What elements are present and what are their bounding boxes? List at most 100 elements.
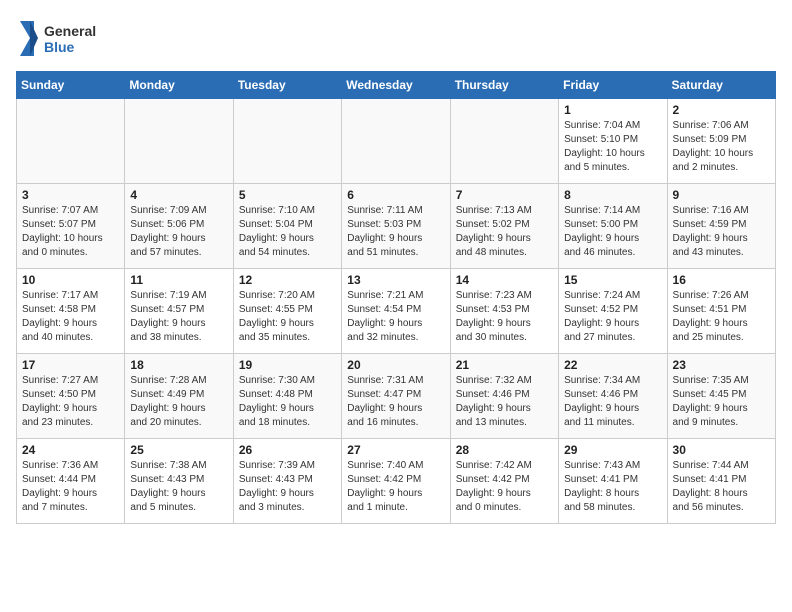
day-number: 23 [673, 358, 770, 372]
day-info: Sunrise: 7:34 AM Sunset: 4:46 PM Dayligh… [564, 374, 661, 430]
day-info: Sunrise: 7:44 AM Sunset: 4:41 PM Dayligh… [673, 459, 770, 515]
calendar-day-cell: 13 Sunrise: 7:21 AM Sunset: 4:54 PM Dayli… [342, 269, 450, 354]
day-info: Sunrise: 7:09 AM Sunset: 5:06 PM Dayligh… [130, 204, 227, 260]
day-number: 10 [22, 273, 119, 287]
day-info: Sunrise: 7:26 AM Sunset: 4:51 PM Dayligh… [673, 289, 770, 345]
day-number: 5 [239, 188, 336, 202]
calendar-day-cell: 23 Sunrise: 7:35 AM Sunset: 4:45 PM Dayli… [667, 354, 775, 439]
weekday-header-cell: Wednesday [342, 72, 450, 99]
day-info: Sunrise: 7:30 AM Sunset: 4:48 PM Dayligh… [239, 374, 336, 430]
calendar-week-row: 10 Sunrise: 7:17 AM Sunset: 4:58 PM Dayli… [17, 269, 776, 354]
day-number: 18 [130, 358, 227, 372]
day-number: 1 [564, 103, 661, 117]
day-info: Sunrise: 7:28 AM Sunset: 4:49 PM Dayligh… [130, 374, 227, 430]
calendar-week-row: 24 Sunrise: 7:36 AM Sunset: 4:44 PM Dayli… [17, 439, 776, 524]
day-number: 28 [456, 443, 553, 457]
calendar-day-cell: 6 Sunrise: 7:11 AM Sunset: 5:03 PM Daylig… [342, 184, 450, 269]
day-number: 15 [564, 273, 661, 287]
day-info: Sunrise: 7:43 AM Sunset: 4:41 PM Dayligh… [564, 459, 661, 515]
calendar-day-cell: 2Sunrise: 7:06 AM Sunset: 5:09 PM Daylig… [667, 99, 775, 184]
day-number: 4 [130, 188, 227, 202]
day-info: Sunrise: 7:20 AM Sunset: 4:55 PM Dayligh… [239, 289, 336, 345]
day-number: 26 [239, 443, 336, 457]
weekday-header-cell: Friday [559, 72, 667, 99]
calendar-table: SundayMondayTuesdayWednesdayThursdayFrid… [16, 71, 776, 524]
day-number: 12 [239, 273, 336, 287]
weekday-header-row: SundayMondayTuesdayWednesdayThursdayFrid… [17, 72, 776, 99]
calendar-day-cell [233, 99, 341, 184]
day-number: 27 [347, 443, 444, 457]
svg-text:Blue: Blue [44, 39, 75, 55]
day-number: 7 [456, 188, 553, 202]
calendar-day-cell: 18 Sunrise: 7:28 AM Sunset: 4:49 PM Dayli… [125, 354, 233, 439]
weekday-header-cell: Sunday [17, 72, 125, 99]
day-number: 11 [130, 273, 227, 287]
calendar-day-cell: 14 Sunrise: 7:23 AM Sunset: 4:53 PM Dayli… [450, 269, 558, 354]
calendar-day-cell: 30 Sunrise: 7:44 AM Sunset: 4:41 PM Dayli… [667, 439, 775, 524]
calendar-day-cell: 26Sunrise: 7:39 AM Sunset: 4:43 PM Dayli… [233, 439, 341, 524]
day-info: Sunrise: 7:36 AM Sunset: 4:44 PM Dayligh… [22, 459, 119, 515]
day-info: Sunrise: 7:32 AM Sunset: 4:46 PM Dayligh… [456, 374, 553, 430]
calendar-day-cell: 16Sunrise: 7:26 AM Sunset: 4:51 PM Dayli… [667, 269, 775, 354]
day-number: 3 [22, 188, 119, 202]
day-number: 9 [673, 188, 770, 202]
calendar-week-row: 3 Sunrise: 7:07 AM Sunset: 5:07 PM Daylig… [17, 184, 776, 269]
day-number: 24 [22, 443, 119, 457]
day-number: 22 [564, 358, 661, 372]
day-number: 8 [564, 188, 661, 202]
day-number: 13 [347, 273, 444, 287]
day-info: Sunrise: 7:16 AM Sunset: 4:59 PM Dayligh… [673, 204, 770, 260]
weekday-header-cell: Thursday [450, 72, 558, 99]
day-info: Sunrise: 7:17 AM Sunset: 4:58 PM Dayligh… [22, 289, 119, 345]
day-number: 20 [347, 358, 444, 372]
day-info: Sunrise: 7:38 AM Sunset: 4:43 PM Dayligh… [130, 459, 227, 515]
day-number: 29 [564, 443, 661, 457]
logo-svg: GeneralBlue [16, 16, 96, 61]
day-number: 21 [456, 358, 553, 372]
calendar-week-row: 1Sunrise: 7:04 AM Sunset: 5:10 PM Daylig… [17, 99, 776, 184]
calendar-day-cell: 25Sunrise: 7:38 AM Sunset: 4:43 PM Dayli… [125, 439, 233, 524]
calendar-week-row: 17 Sunrise: 7:27 AM Sunset: 4:50 PM Dayli… [17, 354, 776, 439]
calendar-day-cell [17, 99, 125, 184]
calendar-day-cell: 22 Sunrise: 7:34 AM Sunset: 4:46 PM Dayli… [559, 354, 667, 439]
day-info: Sunrise: 7:40 AM Sunset: 4:42 PM Dayligh… [347, 459, 444, 515]
day-info: Sunrise: 7:11 AM Sunset: 5:03 PM Dayligh… [347, 204, 444, 260]
day-number: 17 [22, 358, 119, 372]
day-info: Sunrise: 7:07 AM Sunset: 5:07 PM Dayligh… [22, 204, 119, 260]
logo: GeneralBlue [16, 16, 96, 61]
calendar-day-cell [125, 99, 233, 184]
calendar-day-cell: 12 Sunrise: 7:20 AM Sunset: 4:55 PM Dayli… [233, 269, 341, 354]
day-info: Sunrise: 7:14 AM Sunset: 5:00 PM Dayligh… [564, 204, 661, 260]
calendar-day-cell: 4 Sunrise: 7:09 AM Sunset: 5:06 PM Daylig… [125, 184, 233, 269]
calendar-day-cell: 10 Sunrise: 7:17 AM Sunset: 4:58 PM Dayli… [17, 269, 125, 354]
calendar-day-cell: 15 Sunrise: 7:24 AM Sunset: 4:52 PM Dayli… [559, 269, 667, 354]
day-info: Sunrise: 7:27 AM Sunset: 4:50 PM Dayligh… [22, 374, 119, 430]
calendar-day-cell: 19Sunrise: 7:30 AM Sunset: 4:48 PM Dayli… [233, 354, 341, 439]
day-number: 2 [673, 103, 770, 117]
calendar-day-cell: 11 Sunrise: 7:19 AM Sunset: 4:57 PM Dayli… [125, 269, 233, 354]
day-info: Sunrise: 7:10 AM Sunset: 5:04 PM Dayligh… [239, 204, 336, 260]
day-info: Sunrise: 7:13 AM Sunset: 5:02 PM Dayligh… [456, 204, 553, 260]
calendar-day-cell: 24 Sunrise: 7:36 AM Sunset: 4:44 PM Dayli… [17, 439, 125, 524]
calendar-day-cell: 20 Sunrise: 7:31 AM Sunset: 4:47 PM Dayli… [342, 354, 450, 439]
day-info: Sunrise: 7:23 AM Sunset: 4:53 PM Dayligh… [456, 289, 553, 345]
calendar-day-cell: 21 Sunrise: 7:32 AM Sunset: 4:46 PM Dayli… [450, 354, 558, 439]
day-info: Sunrise: 7:21 AM Sunset: 4:54 PM Dayligh… [347, 289, 444, 345]
calendar-body: 1Sunrise: 7:04 AM Sunset: 5:10 PM Daylig… [17, 99, 776, 524]
weekday-header-cell: Tuesday [233, 72, 341, 99]
day-number: 6 [347, 188, 444, 202]
weekday-header-cell: Saturday [667, 72, 775, 99]
calendar-day-cell: 8 Sunrise: 7:14 AM Sunset: 5:00 PM Daylig… [559, 184, 667, 269]
day-number: 14 [456, 273, 553, 287]
day-info: Sunrise: 7:35 AM Sunset: 4:45 PM Dayligh… [673, 374, 770, 430]
day-info: Sunrise: 7:24 AM Sunset: 4:52 PM Dayligh… [564, 289, 661, 345]
calendar-day-cell: 9 Sunrise: 7:16 AM Sunset: 4:59 PM Daylig… [667, 184, 775, 269]
page-header: GeneralBlue [16, 16, 776, 61]
weekday-header-cell: Monday [125, 72, 233, 99]
svg-text:General: General [44, 23, 96, 39]
day-info: Sunrise: 7:19 AM Sunset: 4:57 PM Dayligh… [130, 289, 227, 345]
day-number: 30 [673, 443, 770, 457]
calendar-day-cell: 1Sunrise: 7:04 AM Sunset: 5:10 PM Daylig… [559, 99, 667, 184]
calendar-day-cell [342, 99, 450, 184]
day-info: Sunrise: 7:31 AM Sunset: 4:47 PM Dayligh… [347, 374, 444, 430]
